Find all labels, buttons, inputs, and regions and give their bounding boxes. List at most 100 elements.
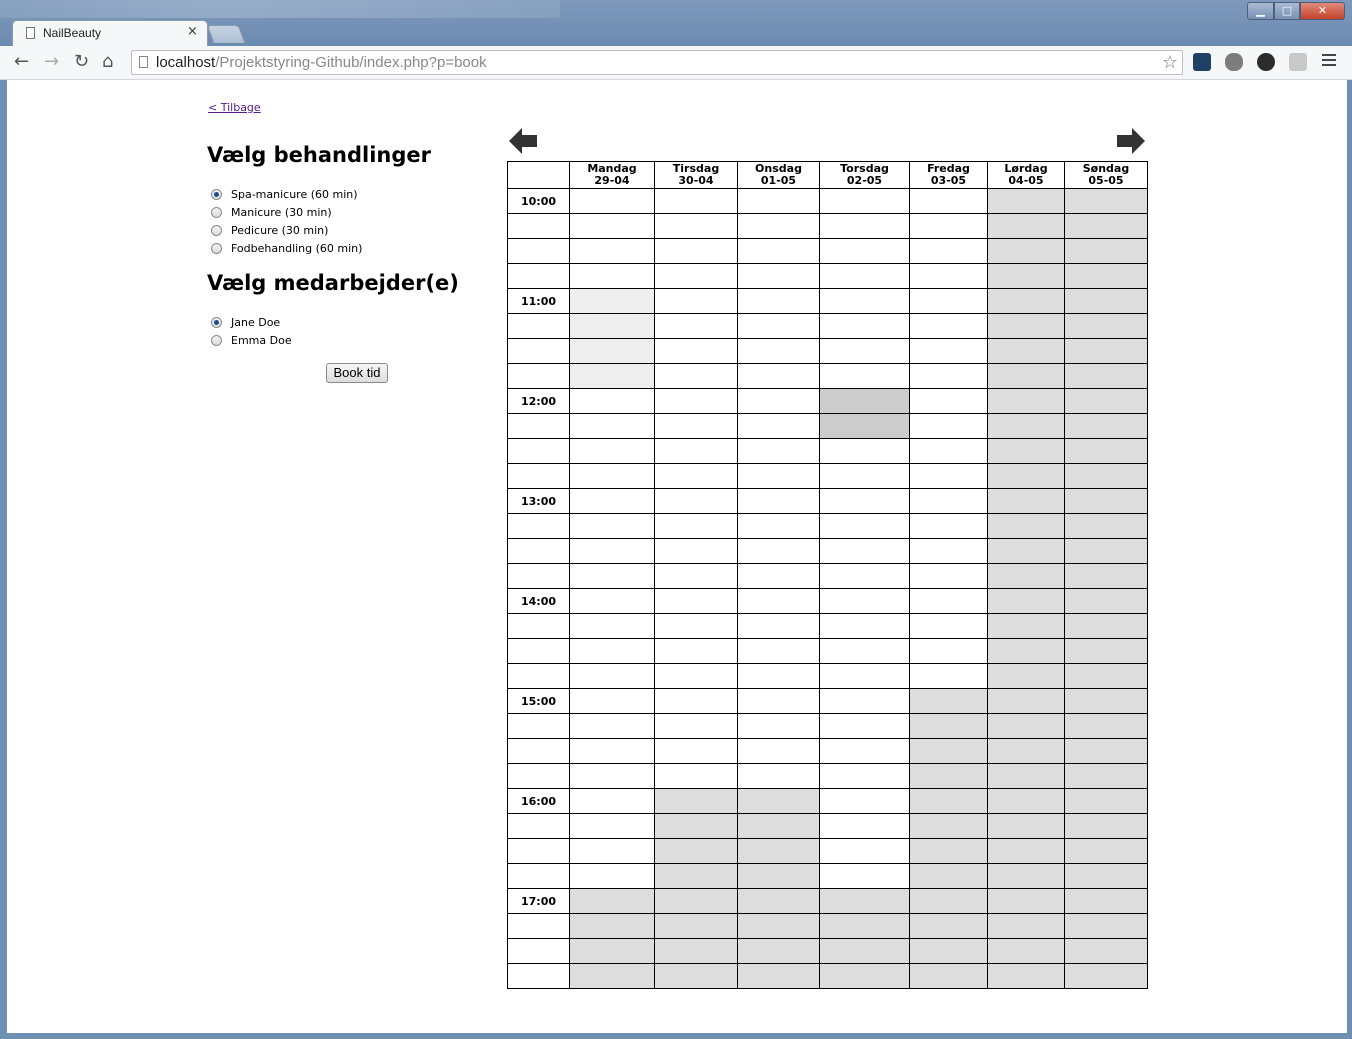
time-slot-open[interactable] <box>737 413 820 439</box>
extension-icon-1[interactable] <box>1193 53 1211 71</box>
treatment-radio[interactable] <box>211 224 222 236</box>
time-slot-open[interactable] <box>569 738 655 764</box>
employee-radio[interactable] <box>211 334 222 346</box>
time-slot-open[interactable] <box>654 613 738 639</box>
time-slot-open[interactable] <box>654 738 738 764</box>
time-slot-open[interactable] <box>654 588 738 614</box>
time-slot-open[interactable] <box>569 463 655 489</box>
time-slot-open[interactable] <box>569 763 655 789</box>
time-slot-open[interactable] <box>819 563 910 589</box>
time-slot-open[interactable] <box>569 638 655 664</box>
time-slot-open[interactable] <box>569 813 655 839</box>
time-slot-open[interactable] <box>737 263 820 289</box>
time-slot-open[interactable] <box>909 313 988 339</box>
book-button[interactable]: Book tid <box>326 363 388 383</box>
time-slot-open[interactable] <box>819 513 910 539</box>
time-slot-open[interactable] <box>909 638 988 664</box>
time-slot-open[interactable] <box>737 688 820 714</box>
time-slot-open[interactable] <box>569 413 655 439</box>
time-slot-open[interactable] <box>819 288 910 314</box>
time-slot-open[interactable] <box>737 338 820 364</box>
time-slot-open[interactable] <box>737 313 820 339</box>
time-slot-open[interactable] <box>909 413 988 439</box>
time-slot-open[interactable] <box>654 713 738 739</box>
time-slot-open[interactable] <box>569 513 655 539</box>
time-slot-open[interactable] <box>909 488 988 514</box>
time-slot-open[interactable] <box>654 438 738 464</box>
time-slot-open[interactable] <box>737 288 820 314</box>
time-slot-open[interactable] <box>654 338 738 364</box>
time-slot-open[interactable] <box>654 563 738 589</box>
time-slot-open[interactable] <box>569 713 655 739</box>
time-slot-open[interactable] <box>819 463 910 489</box>
close-window-button[interactable]: ✕ <box>1300 2 1345 20</box>
time-slot-open[interactable] <box>654 213 738 239</box>
time-slot-open[interactable] <box>737 638 820 664</box>
time-slot-open[interactable] <box>819 588 910 614</box>
time-slot-open[interactable] <box>654 288 738 314</box>
time-slot-open[interactable] <box>819 788 910 814</box>
time-slot-open[interactable] <box>569 663 655 689</box>
treatment-option[interactable]: Spa-manicure (60 min) <box>211 185 362 203</box>
extension-icon-2[interactable] <box>1225 53 1243 71</box>
time-slot-open[interactable] <box>569 838 655 864</box>
time-slot-open[interactable] <box>819 263 910 289</box>
back-link[interactable]: < Tilbage <box>208 101 261 114</box>
extension-icon-3[interactable] <box>1257 53 1275 71</box>
time-slot-open[interactable] <box>737 513 820 539</box>
time-slot-open[interactable] <box>909 613 988 639</box>
time-slot-open[interactable] <box>654 363 738 389</box>
time-slot-open[interactable] <box>569 788 655 814</box>
time-slot-open[interactable] <box>737 613 820 639</box>
minimize-button[interactable]: ▁ <box>1247 2 1274 20</box>
close-tab-icon[interactable]: × <box>187 24 198 39</box>
time-slot-open[interactable] <box>737 713 820 739</box>
time-slot-open[interactable] <box>654 188 738 214</box>
download-icon[interactable] <box>1289 53 1307 71</box>
treatment-option[interactable]: Manicure (30 min) <box>211 203 362 221</box>
time-slot-open[interactable] <box>569 263 655 289</box>
treatment-option[interactable]: Pedicure (30 min) <box>211 221 362 239</box>
time-slot-open[interactable] <box>909 463 988 489</box>
time-slot-open[interactable] <box>654 488 738 514</box>
forward-arrow-icon[interactable]: → <box>44 52 59 72</box>
time-slot-open[interactable] <box>569 213 655 239</box>
time-slot-open[interactable] <box>654 463 738 489</box>
time-slot-open[interactable] <box>654 663 738 689</box>
time-slot-open[interactable] <box>819 688 910 714</box>
time-slot-open[interactable] <box>654 313 738 339</box>
new-tab-button[interactable] <box>206 25 246 43</box>
time-slot-open[interactable] <box>737 438 820 464</box>
time-slot-open[interactable] <box>819 863 910 889</box>
time-slot-open[interactable] <box>737 188 820 214</box>
time-slot-open[interactable] <box>819 338 910 364</box>
time-slot-open[interactable] <box>909 213 988 239</box>
time-slot-open[interactable] <box>909 263 988 289</box>
home-icon[interactable]: ⌂ <box>102 52 113 72</box>
time-slot-open[interactable] <box>737 588 820 614</box>
bookmark-star-icon[interactable]: ☆ <box>1162 52 1178 73</box>
time-slot-open[interactable] <box>737 238 820 264</box>
time-slot-open[interactable] <box>819 313 910 339</box>
time-slot-open[interactable] <box>654 238 738 264</box>
time-slot-open[interactable] <box>819 188 910 214</box>
time-slot-open[interactable] <box>909 588 988 614</box>
time-slot-open[interactable] <box>737 488 820 514</box>
treatment-option[interactable]: Fodbehandling (60 min) <box>211 239 362 257</box>
time-slot-open[interactable] <box>737 738 820 764</box>
treatment-radio[interactable] <box>211 188 222 200</box>
time-slot-open[interactable] <box>819 763 910 789</box>
time-slot-open[interactable] <box>909 288 988 314</box>
time-slot-open[interactable] <box>819 813 910 839</box>
time-slot-open[interactable] <box>654 538 738 564</box>
time-slot-open[interactable] <box>737 663 820 689</box>
employee-option[interactable]: Emma Doe <box>211 331 292 349</box>
time-slot-open[interactable] <box>909 238 988 264</box>
time-slot-open[interactable] <box>737 538 820 564</box>
time-slot-open[interactable] <box>909 438 988 464</box>
time-slot-open[interactable] <box>819 738 910 764</box>
time-slot-open[interactable] <box>569 438 655 464</box>
time-slot-open[interactable] <box>737 363 820 389</box>
menu-icon[interactable] <box>1322 54 1336 68</box>
time-slot-open[interactable] <box>909 388 988 414</box>
